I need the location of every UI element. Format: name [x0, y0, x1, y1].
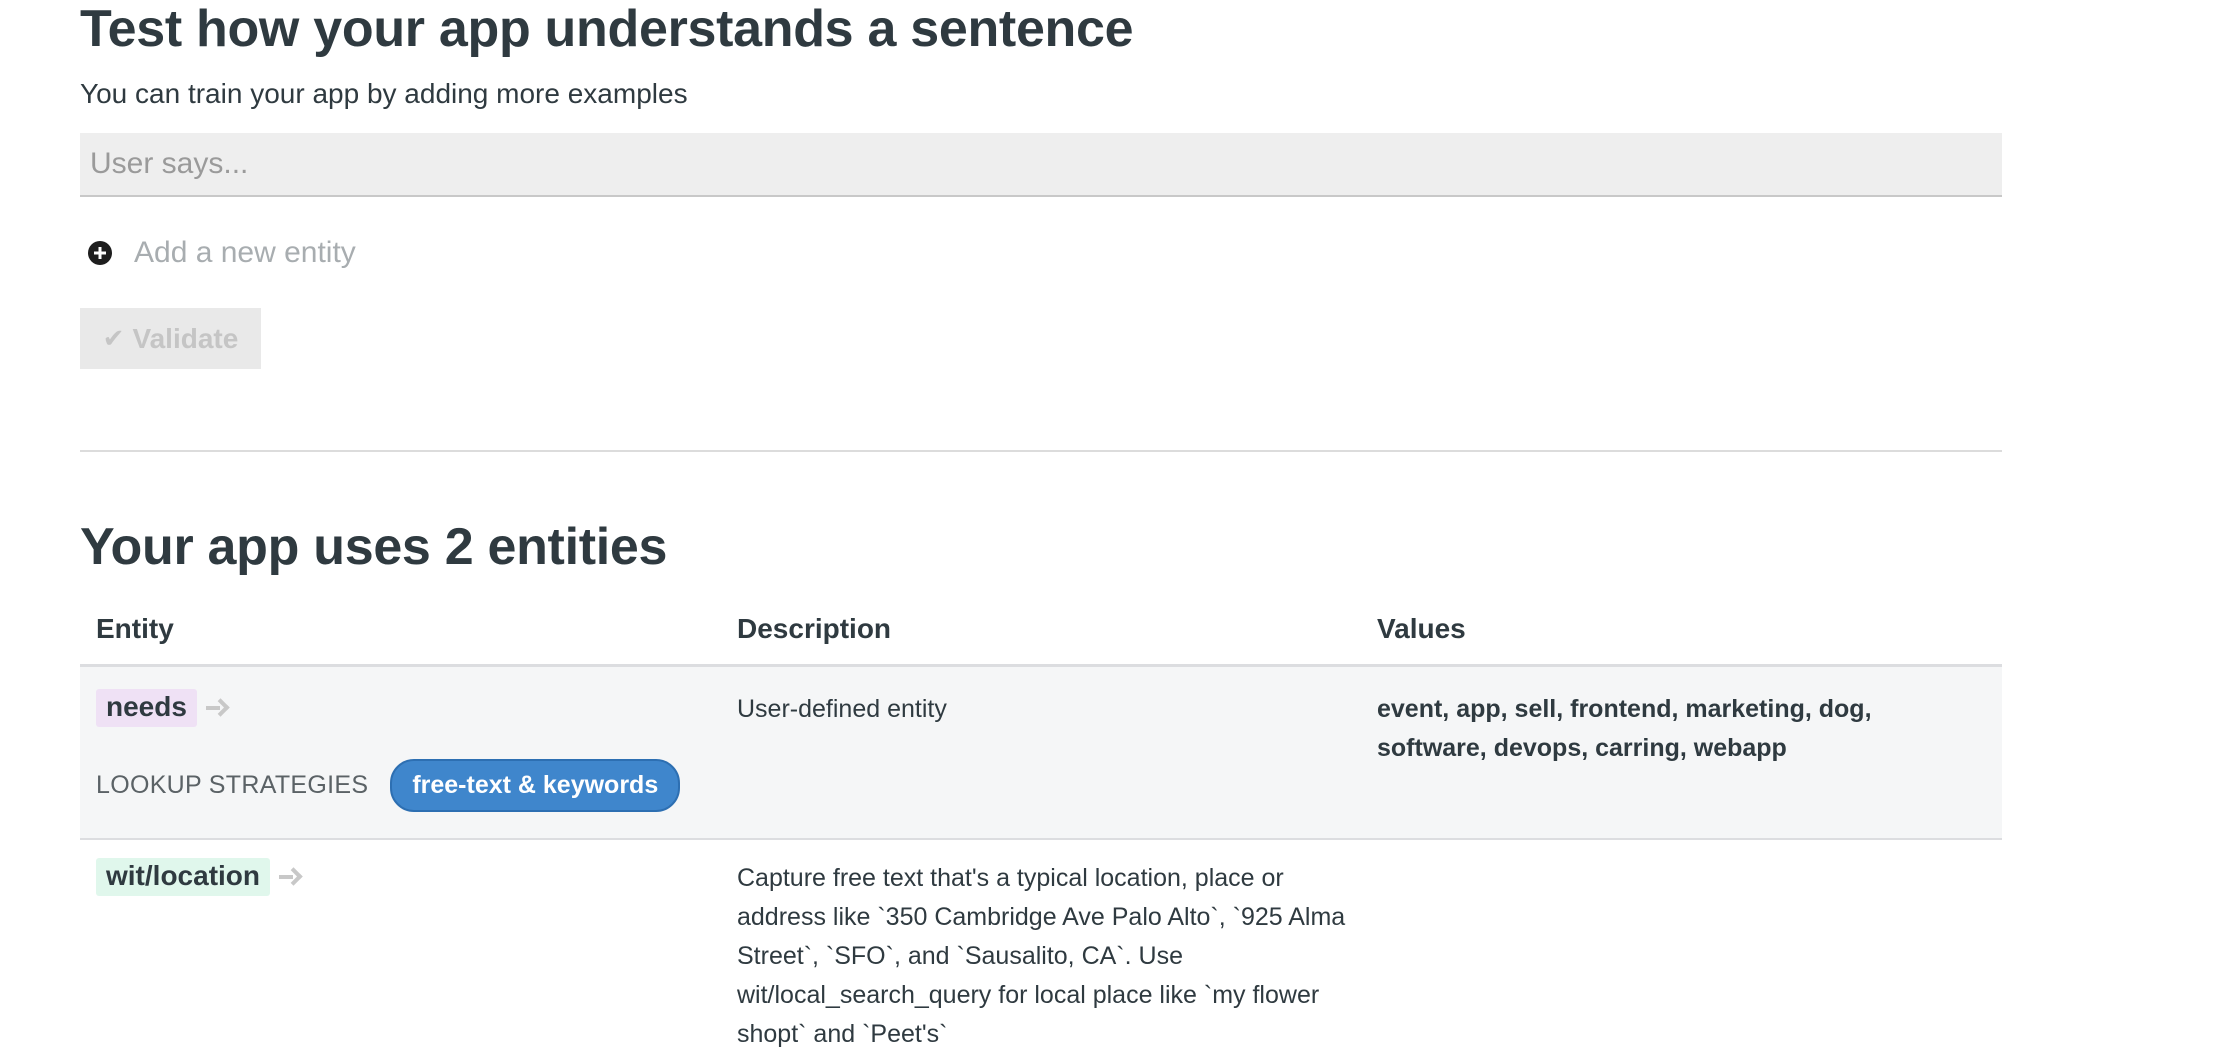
test-section-title: Test how your app understands a sentence: [80, 0, 1134, 58]
entity-link-wit-location[interactable]: wit/location: [96, 858, 300, 896]
entity-link-needs[interactable]: needs: [96, 689, 227, 727]
column-header-description: Description: [737, 613, 892, 644]
entity-description: Capture free text that's a typical locat…: [737, 864, 1346, 1048]
entities-section-title: Your app uses 2 entities: [80, 518, 668, 576]
entity-values: event, app, sell, frontend, marketing, d…: [1377, 695, 1872, 762]
test-section-subtitle: You can train your app by adding more ex…: [80, 78, 688, 109]
add-entity-button[interactable]: Add a new entity: [88, 236, 356, 270]
validate-button[interactable]: ✔ Validate: [80, 308, 261, 369]
plus-circle-icon: [88, 241, 112, 265]
user-says-input[interactable]: [80, 133, 2002, 197]
arrow-right-icon: [278, 866, 300, 888]
validate-label: Validate: [132, 322, 239, 354]
check-icon: ✔: [102, 323, 125, 353]
entity-name: wit/location: [96, 858, 270, 896]
entity-name: needs: [96, 689, 197, 727]
section-divider: [80, 450, 2002, 452]
lookup-strategies-label: LOOKUP STRATEGIES: [96, 771, 369, 799]
page: Test how your app understands a sentence…: [0, 0, 2216, 1052]
add-entity-label: Add a new entity: [134, 236, 356, 269]
entity-description: User-defined entity: [737, 695, 947, 723]
table-row: needs LOOKUP STRATEGIES free-text & keyw…: [80, 667, 2002, 840]
entities-table: Entity Description Values needs LOOKUP S…: [80, 600, 2002, 1052]
table-row: wit/location Capture free text that's a …: [80, 840, 2002, 1052]
lookup-strategies: LOOKUP STRATEGIES free-text & keywords: [96, 759, 681, 812]
column-header-values: Values: [1377, 613, 1466, 644]
arrow-right-icon: [205, 697, 227, 719]
column-header-entity: Entity: [96, 613, 174, 644]
table-header: Entity Description Values: [80, 600, 2002, 667]
strategy-badge[interactable]: free-text & keywords: [390, 759, 681, 812]
